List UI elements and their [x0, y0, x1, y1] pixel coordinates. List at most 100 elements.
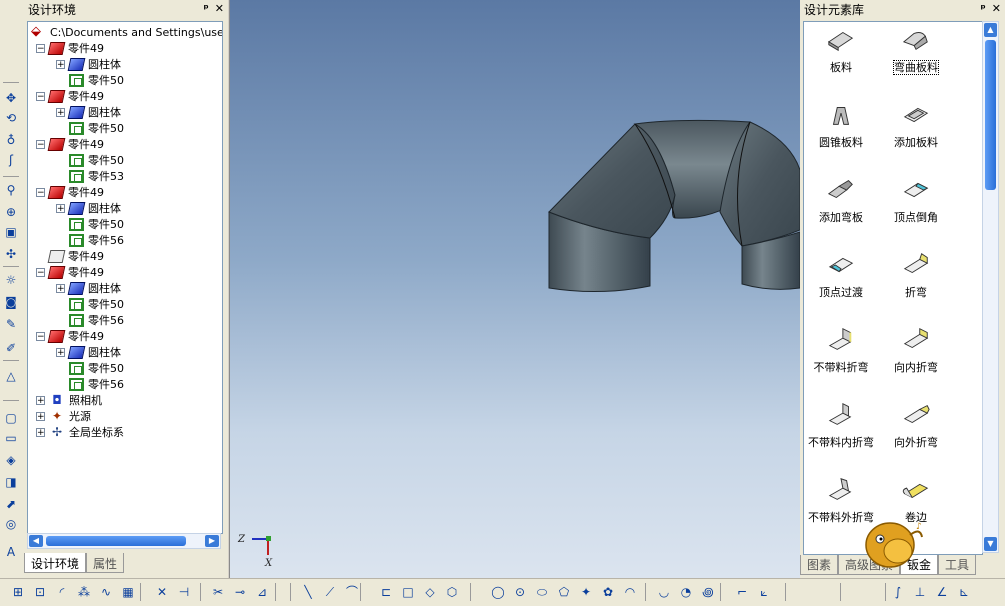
rotate-view-icon[interactable]: ◨: [2, 474, 20, 490]
3d-viewport[interactable]: Z X: [229, 0, 801, 578]
collapse-icon[interactable]: −: [36, 91, 45, 101]
chamfer-icon[interactable]: ⟀: [756, 584, 772, 600]
scroll-right-icon[interactable]: ▶: [205, 535, 219, 547]
constraint-icon[interactable]: ⊾: [956, 584, 972, 600]
tree-item[interactable]: − 零件49: [36, 40, 104, 56]
collapse-icon[interactable]: −: [36, 43, 45, 53]
stamp-icon[interactable]: ▦: [120, 584, 136, 600]
pin-icon[interactable]: ᵖ: [981, 2, 986, 15]
arc-icon[interactable]: ◜: [54, 584, 70, 600]
collapse-icon[interactable]: −: [36, 331, 45, 341]
arrow-icon[interactable]: ⬈: [2, 496, 20, 512]
expand-icon[interactable]: +: [36, 395, 45, 405]
horizontal-scrollbar[interactable]: ◀ ▶: [27, 533, 221, 549]
library-item[interactable]: 圆锥板料: [804, 103, 881, 149]
scrollbar-thumb[interactable]: [46, 536, 186, 546]
tree-item[interactable]: 零件53: [56, 168, 124, 184]
tab-design-environment[interactable]: 设计环境: [24, 553, 87, 573]
tree-item[interactable]: + 圆柱体: [56, 344, 121, 360]
tree-item[interactable]: 零件50: [56, 152, 124, 168]
orbit-icon[interactable]: ♁: [2, 132, 20, 148]
polyline-icon[interactable]: ⟋: [322, 584, 338, 600]
tab-tools[interactable]: 工具: [938, 555, 977, 575]
move-icon[interactable]: ✥: [2, 90, 20, 106]
expand-icon[interactable]: +: [56, 283, 65, 293]
break-icon[interactable]: ✂: [210, 584, 226, 600]
tree-item[interactable]: − 零件49: [36, 264, 104, 280]
scrollbar-thumb[interactable]: [985, 40, 996, 190]
tree-root[interactable]: ⬙ C:\Documents and Settings\user\桌: [31, 24, 222, 40]
arc-3pt-icon[interactable]: ◠: [622, 584, 638, 600]
library-item[interactable]: 添加板料: [876, 103, 956, 149]
pan-icon[interactable]: ✣: [2, 246, 20, 262]
circle-icon[interactable]: ◯: [490, 584, 506, 600]
rotate-icon[interactable]: ⟲: [2, 110, 20, 126]
grid-icon[interactable]: ⊞: [10, 584, 26, 600]
expand-icon[interactable]: +: [56, 59, 65, 69]
spline-icon[interactable]: ∿: [98, 584, 114, 600]
curve-icon[interactable]: ⌒: [344, 584, 360, 600]
offset-icon[interactable]: ⊏: [378, 584, 394, 600]
tree-item[interactable]: 零件49: [36, 248, 104, 264]
tree-item[interactable]: + 圆柱体: [56, 200, 121, 216]
line-icon[interactable]: ╲: [300, 584, 316, 600]
box-icon[interactable]: ⊡: [32, 584, 48, 600]
expand-icon[interactable]: +: [56, 203, 65, 213]
circle-icon[interactable]: ◎: [2, 516, 20, 532]
tree-item[interactable]: + 圆柱体: [56, 104, 121, 120]
library-item[interactable]: 不带料折弯: [804, 327, 881, 374]
tree-item[interactable]: + 圆柱体: [56, 56, 121, 72]
scroll-left-icon[interactable]: ◀: [29, 535, 43, 547]
snapshot-icon[interactable]: ◙: [2, 294, 20, 310]
assistant-character-icon[interactable]: ♪: [850, 505, 930, 575]
rect-icon[interactable]: □: [400, 584, 416, 600]
tree-item[interactable]: 零件50: [56, 216, 124, 232]
dimension-icon[interactable]: ⊥: [912, 584, 928, 600]
tree-item[interactable]: 零件56: [56, 232, 124, 248]
library-item[interactable]: 顶点过渡: [804, 253, 881, 299]
arc-tangent-icon[interactable]: ◡: [656, 584, 672, 600]
polygon-icon[interactable]: ⬠: [556, 584, 572, 600]
tree-item[interactable]: 零件50: [56, 120, 124, 136]
ellipse-icon[interactable]: ⬭: [534, 584, 550, 600]
angle-icon[interactable]: ∠: [934, 584, 950, 600]
section-icon[interactable]: ▭: [2, 430, 20, 446]
zoom-window-icon[interactable]: ⊕: [2, 204, 20, 220]
expand-icon[interactable]: +: [56, 347, 65, 357]
tree-item[interactable]: + ✢ 全局坐标系: [36, 424, 124, 440]
tree-item[interactable]: + ◘ 照相机: [36, 392, 102, 408]
tab-primitives[interactable]: 图素: [800, 555, 839, 575]
scroll-up-icon[interactable]: ▲: [984, 23, 997, 37]
pattern-icon[interactable]: ⁂: [76, 584, 92, 600]
vertical-scrollbar[interactable]: ▲ ▼: [982, 21, 999, 553]
star-icon[interactable]: ✦: [578, 584, 594, 600]
collapse-icon[interactable]: −: [36, 267, 45, 277]
tree-item[interactable]: − 零件49: [36, 328, 104, 344]
spiral-icon[interactable]: ꩜: [700, 584, 716, 600]
zoom-icon[interactable]: ⚲: [2, 182, 20, 198]
arc-center-icon[interactable]: ◔: [678, 584, 694, 600]
mirror-icon[interactable]: ⊿: [254, 584, 270, 600]
scroll-down-icon[interactable]: ▼: [984, 537, 997, 551]
pin-icon[interactable]: ᵖ: [204, 2, 209, 15]
tree-item[interactable]: 零件50: [56, 360, 124, 376]
trim-icon[interactable]: ⊣: [176, 584, 192, 600]
tree-item[interactable]: + ✦ 光源: [36, 408, 91, 424]
library-item[interactable]: 板料: [804, 28, 881, 74]
render-icon[interactable]: ✎: [2, 316, 20, 332]
light-icon[interactable]: ☼: [2, 272, 20, 288]
camera-icon[interactable]: ▣: [2, 224, 20, 240]
extend-icon[interactable]: ⊸: [232, 584, 248, 600]
bspline-icon[interactable]: ∫: [890, 584, 906, 600]
tree-item[interactable]: − 零件49: [36, 88, 104, 104]
tab-properties[interactable]: 属性: [86, 553, 125, 573]
close-icon[interactable]: ✕: [992, 2, 1001, 15]
library-item[interactable]: 添加弯板: [804, 178, 881, 224]
fillet-icon[interactable]: ⌐: [734, 584, 750, 600]
collapse-icon[interactable]: −: [36, 139, 45, 149]
scene-tree[interactable]: ⬙C:\Documents and Settings\user\桌−零件49+圆…: [27, 21, 223, 534]
tree-item[interactable]: 零件56: [56, 376, 124, 392]
text-icon[interactable]: A: [2, 544, 20, 560]
diamond-icon[interactable]: ◇: [422, 584, 438, 600]
expand-icon[interactable]: +: [56, 107, 65, 117]
